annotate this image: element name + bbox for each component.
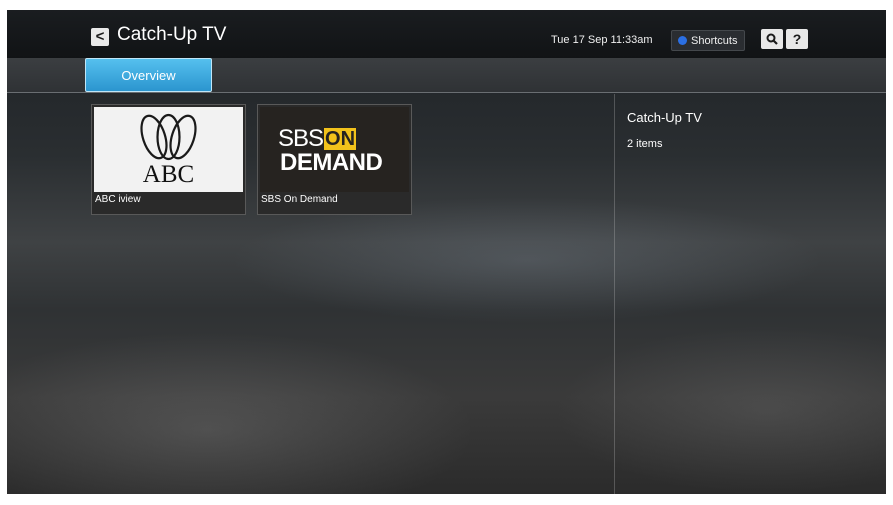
tile-label: SBS On Demand <box>261 194 338 205</box>
info-panel-title: Catch-Up TV <box>627 110 702 125</box>
sbs-on-badge: ON <box>324 128 357 150</box>
help-icon: ? <box>792 31 802 47</box>
shortcuts-button[interactable]: Shortcuts <box>671 30 746 51</box>
abc-logo: ABC <box>94 107 243 192</box>
panel-divider <box>614 94 615 494</box>
abc-logo-text: ABC <box>142 161 195 188</box>
date-time: Tue 17 Sep 11:33am <box>551 34 653 46</box>
help-button[interactable]: ? <box>786 29 808 49</box>
abc-lissajous-icon <box>140 113 197 161</box>
shortcuts-label: Shortcuts <box>691 34 738 47</box>
info-panel-count: 2 items <box>627 138 663 150</box>
search-icon <box>766 33 778 45</box>
tile-label: ABC iview <box>95 194 141 205</box>
blue-dot-icon <box>678 36 687 45</box>
top-bar: < Catch-Up TV Tue 17 Sep 11:33am Shortcu… <box>7 10 886 58</box>
back-icon[interactable]: < <box>91 28 109 46</box>
tab-overview[interactable]: Overview <box>85 58 212 92</box>
sbs-logo: SBS ON DEMAND <box>260 107 409 192</box>
search-button[interactable] <box>761 29 783 49</box>
page-title: Catch-Up TV <box>117 24 227 45</box>
tile-abc-iview[interactable]: ABC ABC iview <box>91 104 246 215</box>
tv-screen: < Catch-Up TV Tue 17 Sep 11:33am Shortcu… <box>7 10 886 494</box>
sbs-logo-line2: DEMAND <box>280 149 383 176</box>
tile-sbs-on-demand[interactable]: SBS ON DEMAND SBS On Demand <box>257 104 412 215</box>
